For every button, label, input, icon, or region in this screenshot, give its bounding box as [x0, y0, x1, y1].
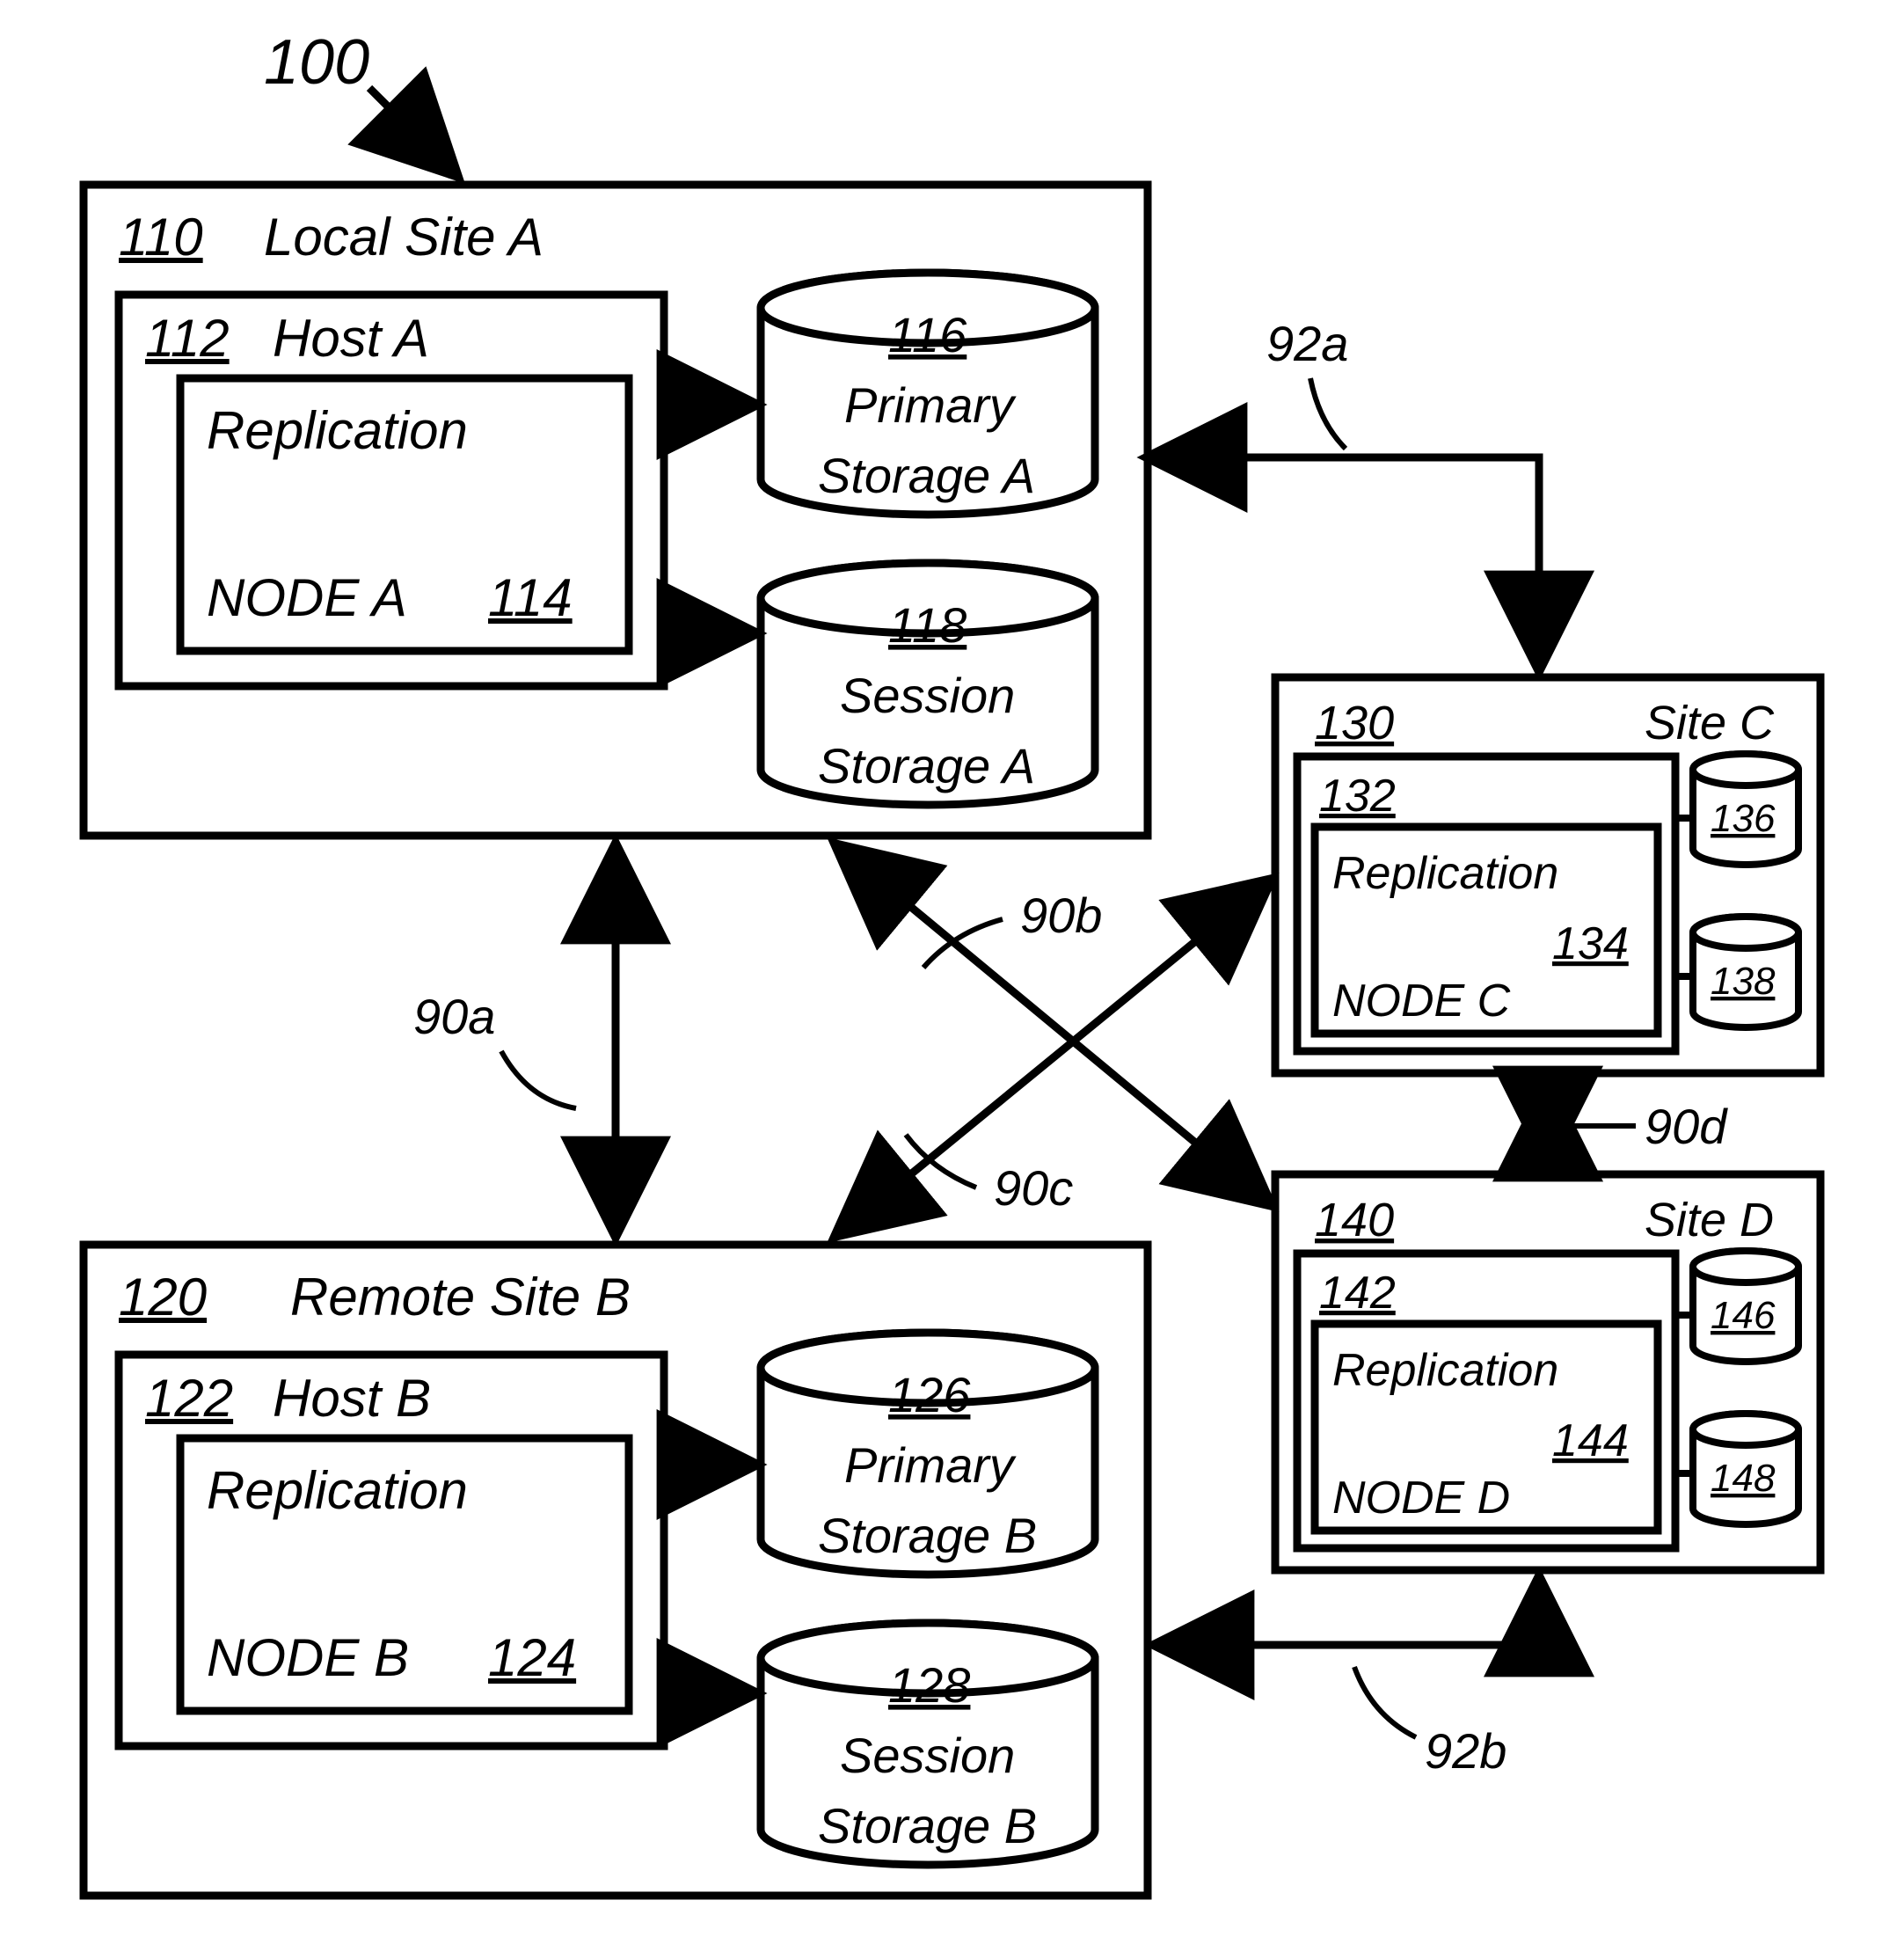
site-d: 140 Site D 142 Replication 144 NODE D 14…: [1275, 1174, 1820, 1570]
primary-storage-b: 126 Primary Storage B: [761, 1333, 1095, 1575]
leader-90c: [906, 1135, 976, 1188]
storage-c-1-id: 136: [1711, 797, 1776, 840]
site-c: 130 Site C 132 Replication 134 NODE C 13…: [1275, 677, 1820, 1073]
node-c-replication: Replication: [1332, 848, 1558, 899]
site-a-id: 110: [119, 208, 203, 267]
site-d-id: 140: [1315, 1194, 1394, 1246]
label-90c: 90c: [994, 1160, 1073, 1216]
node-b-replication: Replication: [207, 1461, 468, 1520]
site-b-id: 120: [119, 1268, 207, 1326]
label-92a: 92a: [1266, 316, 1348, 371]
storage-d-1-id: 146: [1711, 1294, 1776, 1337]
host-a-title: Host A: [273, 309, 429, 368]
figure-id-label: 100: [264, 27, 369, 98]
session-storage-b-line1: Session: [840, 1728, 1015, 1783]
session-storage-a: 118 Session Storage A: [761, 563, 1095, 805]
primary-storage-a-line1: Primary: [844, 377, 1017, 433]
storage-c-2-id: 138: [1711, 960, 1776, 1003]
storage-c-2: 138: [1693, 917, 1798, 1027]
architecture-diagram: 100 110 Local Site A 112 Host A Replicat…: [0, 0, 1904, 1944]
node-c-title: NODE C: [1332, 976, 1511, 1027]
label-92b: 92b: [1425, 1723, 1506, 1779]
site-d-title: Site D: [1645, 1194, 1774, 1246]
node-c-id: 134: [1552, 918, 1629, 969]
session-storage-a-line2: Storage A: [818, 738, 1035, 793]
site-b: 120 Remote Site B 122 Host B Replication…: [84, 1245, 1148, 1896]
connector-92b: [1155, 1577, 1539, 1645]
primary-storage-a-id: 116: [888, 307, 967, 362]
site-a-title: Local Site A: [264, 208, 543, 267]
storage-d-2-id: 148: [1711, 1457, 1776, 1500]
site-a: 110 Local Site A 112 Host A Replication …: [84, 185, 1148, 836]
node-a-replication: Replication: [207, 401, 468, 460]
node-a-id: 114: [488, 568, 573, 627]
node-b-id: 124: [488, 1628, 576, 1687]
primary-storage-b-line2: Storage B: [818, 1508, 1037, 1563]
session-storage-b: 128 Session Storage B: [761, 1623, 1095, 1865]
storage-c-1: 136: [1693, 754, 1798, 865]
session-storage-b-line2: Storage B: [818, 1798, 1037, 1853]
figure-pointer: [369, 88, 457, 176]
session-storage-a-line1: Session: [840, 668, 1015, 723]
host-b-title: Host B: [273, 1369, 431, 1428]
node-b-title: NODE B: [207, 1628, 409, 1687]
primary-storage-a: 116 Primary Storage A: [761, 273, 1095, 515]
node-a-title: NODE A: [207, 568, 407, 627]
host-d-id: 142: [1319, 1268, 1396, 1319]
leader-92b: [1354, 1667, 1416, 1737]
label-90d: 90d: [1645, 1099, 1728, 1154]
host-a-id: 112: [145, 309, 230, 368]
session-storage-b-id: 128: [888, 1657, 970, 1713]
leader-92a: [1310, 378, 1346, 449]
site-c-id: 130: [1315, 697, 1394, 749]
node-d-id: 144: [1552, 1415, 1629, 1466]
site-b-title: Remote Site B: [290, 1268, 631, 1326]
site-c-title: Site C: [1645, 697, 1775, 749]
primary-storage-b-line1: Primary: [844, 1437, 1017, 1493]
node-d-title: NODE D: [1332, 1473, 1510, 1524]
label-90a: 90a: [413, 989, 495, 1044]
host-c-id: 132: [1319, 771, 1396, 822]
storage-d-1: 146: [1693, 1251, 1798, 1362]
session-storage-a-id: 118: [888, 597, 967, 653]
primary-storage-b-id: 126: [888, 1367, 971, 1422]
leader-90a: [501, 1051, 576, 1108]
connector-92a: [1148, 457, 1539, 670]
host-b-id: 122: [145, 1369, 233, 1428]
node-d-replication: Replication: [1332, 1345, 1558, 1396]
storage-d-2: 148: [1693, 1414, 1798, 1524]
primary-storage-a-line2: Storage A: [818, 448, 1035, 503]
label-90b: 90b: [1020, 888, 1102, 943]
